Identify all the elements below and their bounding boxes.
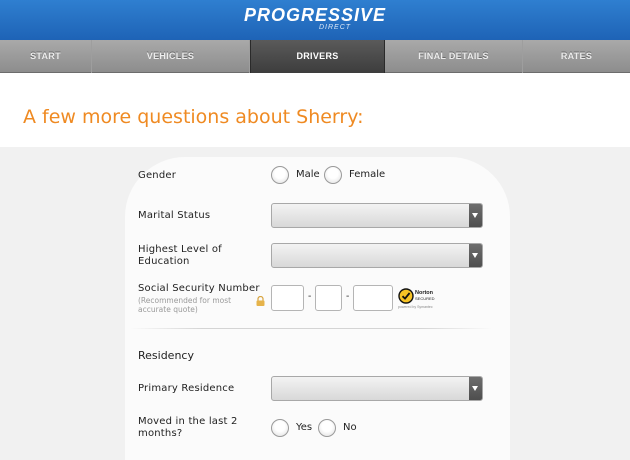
moved-label-line2: months? <box>138 428 183 439</box>
norton-secured-badge: Norton SECURED powered by Symantec <box>398 288 438 312</box>
marital-status-select[interactable] <box>271 203 483 228</box>
ssn-dash-2: - <box>346 291 350 302</box>
moved-yes-label[interactable]: Yes <box>296 422 312 434</box>
tab-drivers[interactable]: DRIVERS <box>250 40 385 73</box>
gender-label: Gender <box>138 170 177 181</box>
gender-male-radio[interactable] <box>271 166 289 184</box>
ssn-hint-line2: accurate quote) <box>138 305 198 314</box>
tab-rates[interactable]: RATES <box>523 40 630 73</box>
gender-male-label[interactable]: Male <box>296 169 320 181</box>
ssn-part3-input[interactable] <box>353 285 393 311</box>
tab-start[interactable]: START <box>0 40 92 73</box>
chevron-down-icon <box>469 377 482 400</box>
gender-female-radio[interactable] <box>324 166 342 184</box>
marital-status-label: Marital Status <box>138 210 211 221</box>
primary-residence-select[interactable] <box>271 376 483 401</box>
lock-icon <box>256 296 265 306</box>
moved-label-line1: Moved in the last 2 <box>138 416 238 427</box>
progressive-logo: PROGRESSIVE <box>243 5 387 25</box>
residency-heading: Residency <box>138 349 194 362</box>
education-select[interactable] <box>271 243 483 268</box>
page-title: A few more questions about Sherry: <box>23 106 364 128</box>
ssn-hint-line1: (Recommended for most <box>138 296 232 305</box>
gender-female-label[interactable]: Female <box>349 169 385 181</box>
moved-yes-radio[interactable] <box>271 419 289 437</box>
ssn-part1-input[interactable] <box>271 285 304 311</box>
ssn-dash-1: - <box>308 291 312 302</box>
moved-no-label[interactable]: No <box>343 422 357 434</box>
norton-badge-line2: SECURED <box>415 296 435 301</box>
education-label-line2: Education <box>138 256 190 267</box>
chevron-down-icon <box>469 244 482 267</box>
site-header: PROGRESSIVE DIRECT <box>0 0 630 40</box>
education-label-line1: Highest Level of <box>138 244 222 255</box>
norton-badge-text: Norton SECURED <box>415 290 435 302</box>
tab-vehicles[interactable]: VEHICLES <box>92 40 250 73</box>
logo-subtitle: DIRECT <box>318 24 352 31</box>
norton-secured-icon <box>398 288 414 304</box>
moved-no-radio[interactable] <box>318 419 336 437</box>
primary-residence-label: Primary Residence <box>138 383 235 394</box>
progress-nav: START VEHICLES DRIVERS FINAL DETAILS RAT… <box>0 40 630 73</box>
ssn-part2-input[interactable] <box>315 285 342 311</box>
section-divider <box>130 328 492 329</box>
norton-badge-sub: powered by Symantec <box>398 305 433 309</box>
tab-final-details[interactable]: FINAL DETAILS <box>385 40 523 73</box>
ssn-label: Social Security Number <box>138 283 260 294</box>
chevron-down-icon <box>469 204 482 227</box>
